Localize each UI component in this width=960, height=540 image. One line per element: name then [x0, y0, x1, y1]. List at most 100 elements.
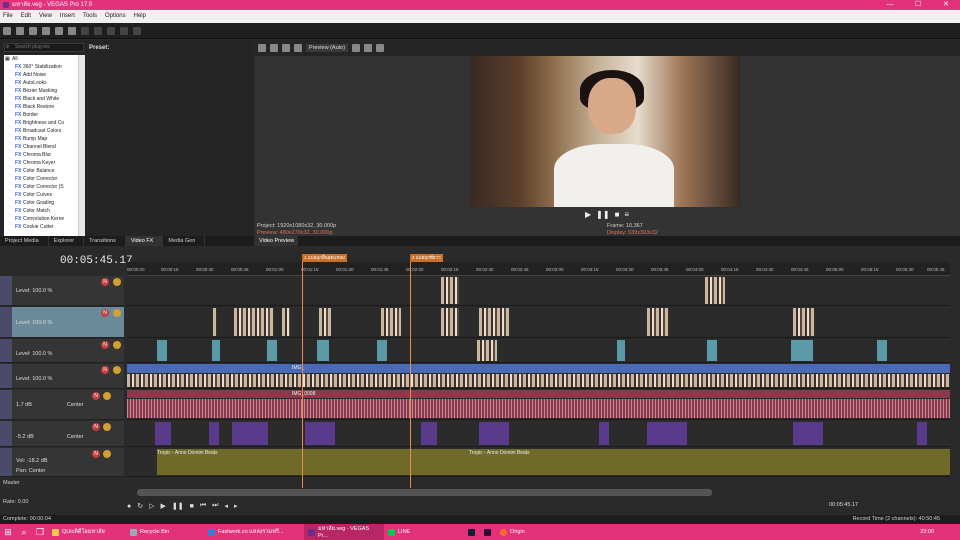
track-lane-6[interactable]	[127, 421, 950, 447]
music-clip[interactable]: Tropic - Anno Domini Beats	[157, 449, 469, 475]
video-clip[interactable]	[877, 340, 887, 361]
loop-icon[interactable]: ↻	[137, 502, 143, 510]
track-level[interactable]: Level: 100.0 %	[16, 288, 52, 294]
list-item[interactable]: AutoLooks	[4, 79, 85, 87]
save-snapshot-icon[interactable]	[364, 44, 373, 52]
photoshop-taskbar-icon[interactable]	[464, 524, 480, 540]
list-item[interactable]: Color Curves	[4, 191, 85, 199]
properties-gear-icon[interactable]	[68, 26, 76, 35]
track-header-3[interactable]: Level: 100.0 % N	[0, 339, 124, 363]
go-to-end-icon[interactable]: ⏭	[212, 502, 218, 510]
tab-video-preview[interactable]: Video Preview	[255, 236, 299, 246]
tab-video-fx[interactable]: Video FX	[125, 236, 164, 246]
play-icon[interactable]: ▶	[585, 210, 591, 219]
mute-icon[interactable]: N	[101, 309, 109, 317]
menu-icon[interactable]: ≡	[624, 210, 629, 219]
video-clip[interactable]	[441, 277, 459, 304]
paste-icon[interactable]	[107, 26, 115, 35]
list-item[interactable]: Convolution Kerne	[4, 215, 85, 223]
list-item[interactable]: Channel Blend	[4, 143, 85, 151]
maximize-button[interactable]: ☐	[904, 0, 932, 10]
marker-1[interactable]: 1 แปลมุกอื่นสุดแหลม	[302, 254, 347, 262]
mute-icon[interactable]: N	[101, 278, 109, 286]
list-item[interactable]: Black and White	[4, 95, 85, 103]
list-item[interactable]: 360° Stabilization	[4, 63, 85, 71]
audio-clip[interactable]	[421, 422, 437, 445]
video-clip[interactable]	[647, 308, 669, 336]
premiere-taskbar-icon[interactable]	[480, 524, 496, 540]
split-screen-icon[interactable]	[294, 44, 302, 52]
track-pan[interactable]: Center	[67, 434, 84, 440]
audio-clip[interactable]	[599, 422, 609, 445]
tab-media-generators[interactable]: Media Gen	[163, 236, 206, 246]
solo-icon[interactable]	[113, 278, 121, 286]
mute-icon[interactable]: N	[101, 341, 109, 349]
menu-options[interactable]: Options	[105, 10, 126, 23]
track-lane-4[interactable]: IMG_	[127, 364, 950, 389]
video-clip-header[interactable]: IMG_	[127, 364, 950, 373]
taskbar-item[interactable]: LINE	[384, 524, 464, 540]
tab-transitions[interactable]: Transitions	[84, 236, 126, 246]
solo-icon[interactable]	[113, 341, 121, 349]
video-clip[interactable]	[282, 308, 290, 336]
video-clip[interactable]	[477, 340, 497, 361]
video-clip[interactable]	[793, 308, 815, 336]
close-button[interactable]: ✕	[932, 0, 960, 10]
video-clip[interactable]	[479, 308, 509, 336]
video-clip[interactable]	[617, 340, 625, 361]
copy-frame-icon[interactable]	[270, 44, 278, 52]
audio-clip[interactable]	[647, 422, 687, 445]
track-header-1[interactable]: Level: 100.0 % N	[0, 276, 124, 306]
track-level[interactable]: Level: 100.0 %	[16, 320, 52, 326]
video-clip-thumbnails[interactable]	[127, 374, 950, 387]
timeline-ruler[interactable]: 00:00:00 00:00:15 00:00:30 00:00:45 00:0…	[127, 254, 950, 276]
list-item[interactable]: Chroma Blur	[4, 151, 85, 159]
mute-icon[interactable]: N	[92, 423, 100, 431]
track-header-6[interactable]: -5.2 dB Center N	[0, 421, 124, 447]
video-clip[interactable]	[157, 340, 167, 361]
solo-icon[interactable]	[103, 450, 111, 458]
task-view-icon[interactable]: ❐	[32, 527, 48, 538]
plugin-search-input[interactable]: ⌕ Search plug-ins	[4, 43, 84, 52]
minimize-button[interactable]: —	[876, 0, 904, 10]
solo-icon[interactable]	[103, 392, 111, 400]
menu-help[interactable]: Help	[134, 10, 146, 23]
mute-icon[interactable]: N	[101, 366, 109, 374]
play-from-start-icon[interactable]: ▷	[149, 502, 154, 510]
render-icon[interactable]	[55, 26, 63, 35]
track-header-2[interactable]: Level: 100.0 % N	[0, 307, 124, 338]
go-to-start-icon[interactable]: ⏮	[200, 502, 206, 510]
track-pan[interactable]: Pan: Center	[16, 468, 45, 474]
track-lane-7[interactable]: Tropic - Anno Domini Beats Tropic - Anno…	[127, 448, 950, 477]
list-item[interactable]: Add Noise	[4, 71, 85, 79]
mute-icon[interactable]: N	[92, 392, 100, 400]
track-volume[interactable]: 1.7 dB	[16, 402, 32, 408]
list-item[interactable]: Chroma Keyer	[4, 159, 85, 167]
audio-clip[interactable]	[917, 422, 927, 445]
video-clip[interactable]	[377, 340, 387, 361]
next-frame-icon[interactable]: ▸	[234, 502, 238, 510]
audio-clip[interactable]	[209, 422, 219, 445]
list-item[interactable]: Broadcast Colors	[4, 127, 85, 135]
music-clip[interactable]: Tropic - Anno Domini Beats	[469, 449, 950, 475]
video-clip[interactable]	[381, 308, 401, 336]
video-clip[interactable]	[267, 340, 277, 361]
list-item[interactable]: Bump Map	[4, 135, 85, 143]
track-header-5[interactable]: 1.7 dB Center N	[0, 390, 124, 420]
timeline-scrollbar[interactable]	[137, 489, 712, 496]
list-item[interactable]: Color Match	[4, 207, 85, 215]
audio-waveform[interactable]	[127, 399, 950, 418]
video-clip[interactable]	[234, 308, 274, 336]
taskbar-item-active[interactable]: มหาลัย.veg - VEGAS Pr...	[304, 524, 384, 540]
audio-clip[interactable]	[232, 422, 268, 445]
rate-label[interactable]: Rate: 0.00	[3, 499, 28, 505]
track-header-7[interactable]: Vol: -18.2 dB Pan: Center N	[0, 448, 124, 477]
list-item[interactable]: Cookie Cutter	[4, 223, 85, 231]
list-item[interactable]: Color Grading	[4, 199, 85, 207]
prev-frame-icon[interactable]: ◂	[224, 502, 228, 510]
menu-view[interactable]: View	[39, 10, 52, 23]
save-as-icon[interactable]	[42, 26, 50, 35]
gear-icon[interactable]	[258, 44, 266, 52]
video-clip[interactable]	[705, 277, 725, 304]
track-lane-3[interactable]	[127, 339, 950, 363]
